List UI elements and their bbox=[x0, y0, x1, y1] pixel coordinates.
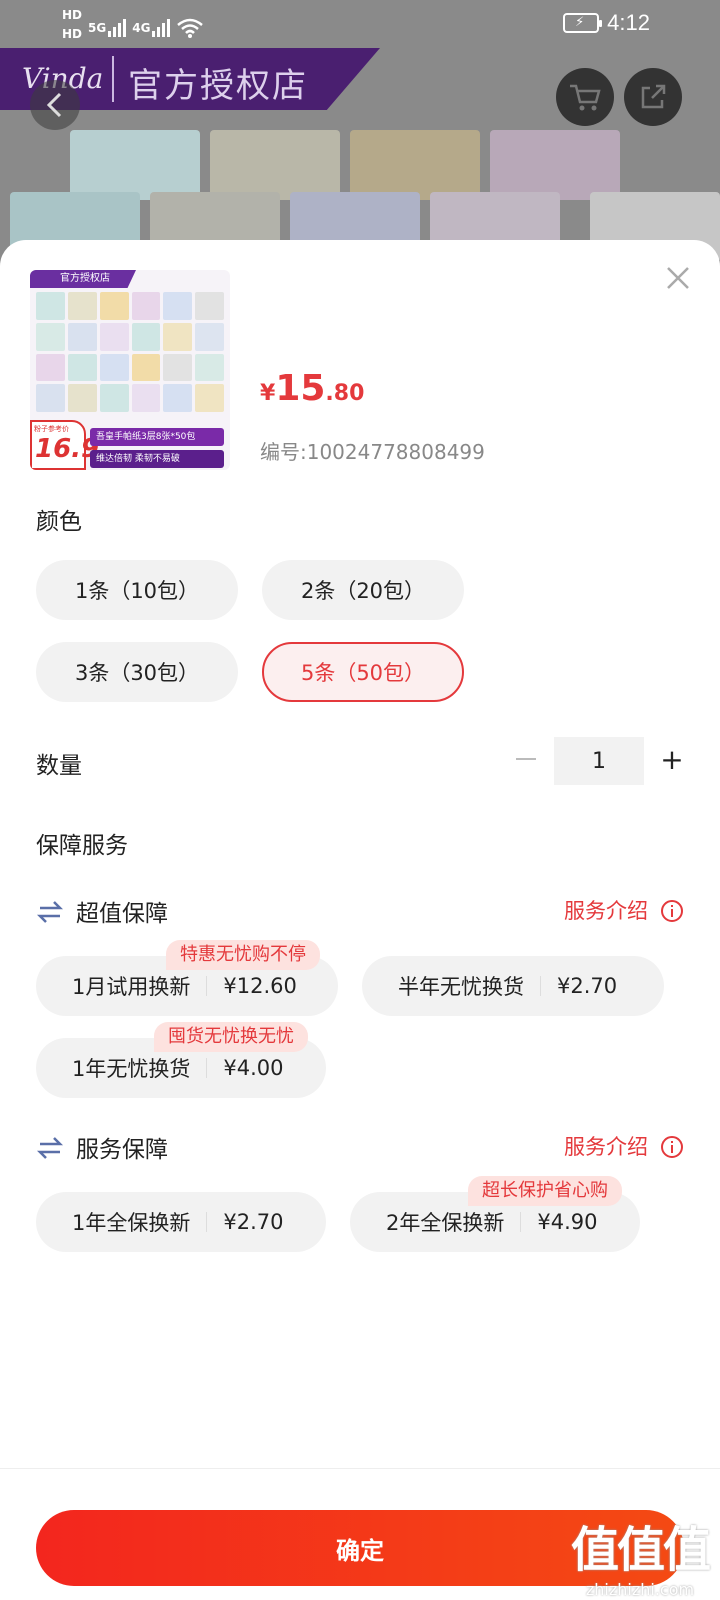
quantity-input[interactable]: 1 bbox=[554, 737, 644, 785]
service-name: 1年全保换新 bbox=[72, 1211, 191, 1235]
thumb-caption-2: 维达倍韧 柔韧不易破 bbox=[90, 450, 224, 468]
thumb-caption: 吾皇手帕纸3层8张*50包 bbox=[90, 428, 224, 446]
network-5g-label: 5G bbox=[88, 21, 107, 35]
service-intro-link-1[interactable]: 服务介绍 bbox=[564, 895, 648, 925]
sku-selection-sheet: 官方授权店 粉子参考价 16.9 吾皇手帕纸3层8张*50包 维达倍韧 柔韧不易… bbox=[0, 240, 720, 1600]
color-option-4-selected[interactable]: 5条（50包） bbox=[262, 642, 464, 702]
service-promo-tag: 特惠无忧购不停 bbox=[166, 940, 320, 970]
wifi-icon bbox=[177, 18, 204, 38]
color-section-title: 颜色 bbox=[36, 509, 82, 535]
watermark-url: zhizhizhi.com bbox=[585, 1580, 695, 1599]
service-name: 1年无忧换货 bbox=[72, 1057, 191, 1081]
service-price: ¥4.90 bbox=[537, 1210, 598, 1234]
clock: 4:12 bbox=[607, 10, 650, 35]
color-option-1[interactable]: 1条（10包） bbox=[36, 560, 238, 620]
service-promo-tag: 囤货无忧换无忧 bbox=[154, 1022, 308, 1052]
thumb-store-tag: 官方授权店 bbox=[30, 270, 136, 288]
product-price: ¥15.80 bbox=[260, 368, 364, 409]
service-name: 1月试用换新 bbox=[72, 975, 191, 999]
status-bar: HD HD 5G 4G ⚡ 4:12 bbox=[0, 0, 720, 48]
battery-icon: ⚡ bbox=[563, 13, 603, 33]
hd-label-2: HD bbox=[62, 27, 83, 41]
cart-icon bbox=[570, 84, 601, 111]
quantity-title: 数量 bbox=[36, 753, 82, 779]
service-group-2-title: 服务保障 bbox=[76, 1137, 168, 1163]
color-option-3[interactable]: 3条（30包） bbox=[36, 642, 238, 702]
chevron-left-icon bbox=[46, 92, 62, 118]
banner-divider bbox=[112, 56, 114, 102]
network-4g-label: 4G bbox=[132, 21, 151, 35]
signal-icon bbox=[152, 19, 171, 37]
quantity-decrement-button[interactable] bbox=[512, 742, 540, 776]
cart-button[interactable] bbox=[556, 68, 614, 126]
info-icon[interactable] bbox=[660, 899, 684, 923]
service-name: 2年全保换新 bbox=[386, 1211, 505, 1235]
service-intro-link-2[interactable]: 服务介绍 bbox=[564, 1131, 648, 1161]
swap-icon bbox=[36, 901, 64, 923]
back-button[interactable] bbox=[30, 80, 80, 130]
price-decimal: .80 bbox=[325, 381, 365, 406]
close-button[interactable] bbox=[662, 262, 694, 294]
signal-icon bbox=[108, 19, 127, 37]
service-option-halfyear-exchange[interactable]: 半年无忧换货 ¥2.70 bbox=[362, 956, 664, 1016]
watermark-logo: 值值值 bbox=[570, 1522, 711, 1578]
share-icon bbox=[641, 84, 666, 109]
product-thumbnail[interactable]: 官方授权店 粉子参考价 16.9 吾皇手帕纸3层8张*50包 维达倍韧 柔韧不易… bbox=[30, 270, 230, 470]
share-button[interactable] bbox=[624, 68, 682, 126]
close-icon bbox=[667, 267, 689, 289]
banner-text: 官方授权店 bbox=[128, 66, 308, 106]
service-group-2-header: 服务保障 服务介绍 bbox=[36, 1130, 684, 1166]
service-price: ¥2.70 bbox=[223, 1210, 284, 1234]
color-option-2[interactable]: 2条（20包） bbox=[262, 560, 464, 620]
price-integer: 15 bbox=[275, 368, 326, 409]
service-price: ¥12.60 bbox=[223, 974, 297, 998]
quantity-increment-button[interactable]: + bbox=[658, 742, 686, 776]
hd-label-1: HD bbox=[62, 8, 83, 22]
service-option-1y-full-cover[interactable]: 1年全保换新 ¥2.70 bbox=[36, 1192, 326, 1252]
info-icon[interactable] bbox=[660, 1135, 684, 1159]
service-name: 半年无忧换货 bbox=[398, 975, 524, 999]
site-watermark: 值值值 zhizhizhi.com bbox=[570, 1510, 711, 1600]
thumb-product-packs bbox=[36, 292, 224, 412]
footer-divider bbox=[0, 1468, 720, 1469]
thumb-price-label: 粉子参考价 bbox=[34, 425, 69, 433]
swap-icon bbox=[36, 1137, 64, 1159]
service-price: ¥4.00 bbox=[223, 1056, 284, 1080]
thumb-price-badge: 粉子参考价 16.9 bbox=[30, 420, 99, 470]
services-title: 保障服务 bbox=[36, 833, 128, 859]
service-price: ¥2.70 bbox=[557, 974, 618, 998]
service-group-1-title: 超值保障 bbox=[76, 901, 168, 927]
price-currency: ¥ bbox=[260, 381, 276, 406]
service-promo-tag: 超长保护省心购 bbox=[468, 1176, 622, 1206]
product-sku: 编号:100247788084​99 bbox=[260, 440, 485, 464]
service-group-1-header: 超值保障 服务介绍 bbox=[36, 894, 684, 930]
